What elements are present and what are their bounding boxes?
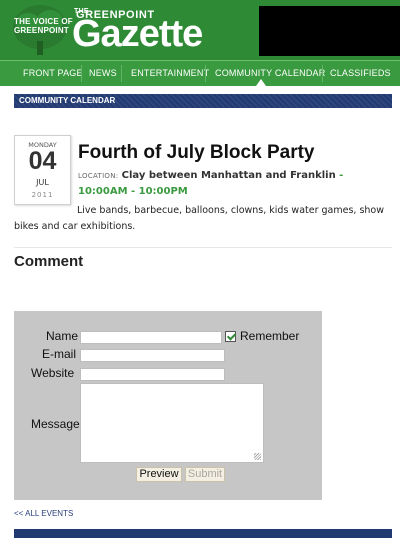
nav-item-classifieds[interactable]: CLASSIFIEDS [330,61,391,86]
nav-item-community-calendar[interactable]: COMMUNITY CALENDAR [215,61,325,86]
section-header: COMMUNITY CALENDAR [14,94,392,108]
location-label: LOCATION: [78,172,119,180]
submit-button[interactable]: Submit [185,467,225,482]
event-title: Fourth of July Block Party [78,142,315,163]
nav-divider [322,65,323,82]
nav-item-news[interactable]: NEWS [89,61,117,86]
nav-divider [121,65,122,82]
resize-grip-icon[interactable] [254,453,261,460]
remember-checkbox[interactable] [225,331,236,342]
website-input[interactable] [80,368,225,381]
event-description: Live bands, barbecue, balloons, clowns, … [14,205,385,232]
all-events-link[interactable]: << ALL EVENTS [14,509,73,518]
email-input[interactable] [80,349,225,362]
name-input[interactable] [80,331,222,344]
time-separator: - [335,170,344,181]
main-nav: FRONT PAGE NEWS ENTERTAINMENT COMMUNITY … [0,60,400,86]
section-title: COMMUNITY CALENDAR [19,96,116,105]
message-textarea[interactable] [80,383,264,463]
nav-divider [81,65,82,82]
email-label: E-mail [42,347,77,361]
masthead-tagline: THE VOICE OF GREENPOINT [14,17,73,35]
nav-divider [205,65,206,82]
event-location: LOCATION: Clay between Manhattan and Fra… [78,168,392,199]
event-year: 2011 [31,191,54,199]
remember-label: Remember [240,329,300,343]
active-tab-indicator-icon [256,79,266,86]
header-ad-banner[interactable] [259,6,400,56]
location-value: Clay between Manhattan and Franklin [121,170,336,181]
nav-item-entertainment[interactable]: ENTERTAINMENT [131,61,209,86]
preview-button[interactable]: Preview [136,467,182,482]
website-label: Website [31,366,75,380]
event-time: 10:00AM - 10:00PM [78,186,188,197]
nav-item-front-page[interactable]: FRONT PAGE [23,61,83,86]
content-divider [14,247,392,248]
site-logo-title[interactable]: Gazette [72,14,203,54]
message-label: Message [31,417,80,431]
masthead: THE VOICE OF GREENPOINT THE GREENPOINT G… [0,0,400,60]
footer-bar [14,529,392,538]
event-date-badge: MONDAY 04 JUL 2011 [14,135,71,205]
name-label: Name [46,329,79,343]
event-month: JUL [36,178,49,187]
event-day: 04 [28,147,57,175]
comment-heading: Comment [14,253,84,270]
